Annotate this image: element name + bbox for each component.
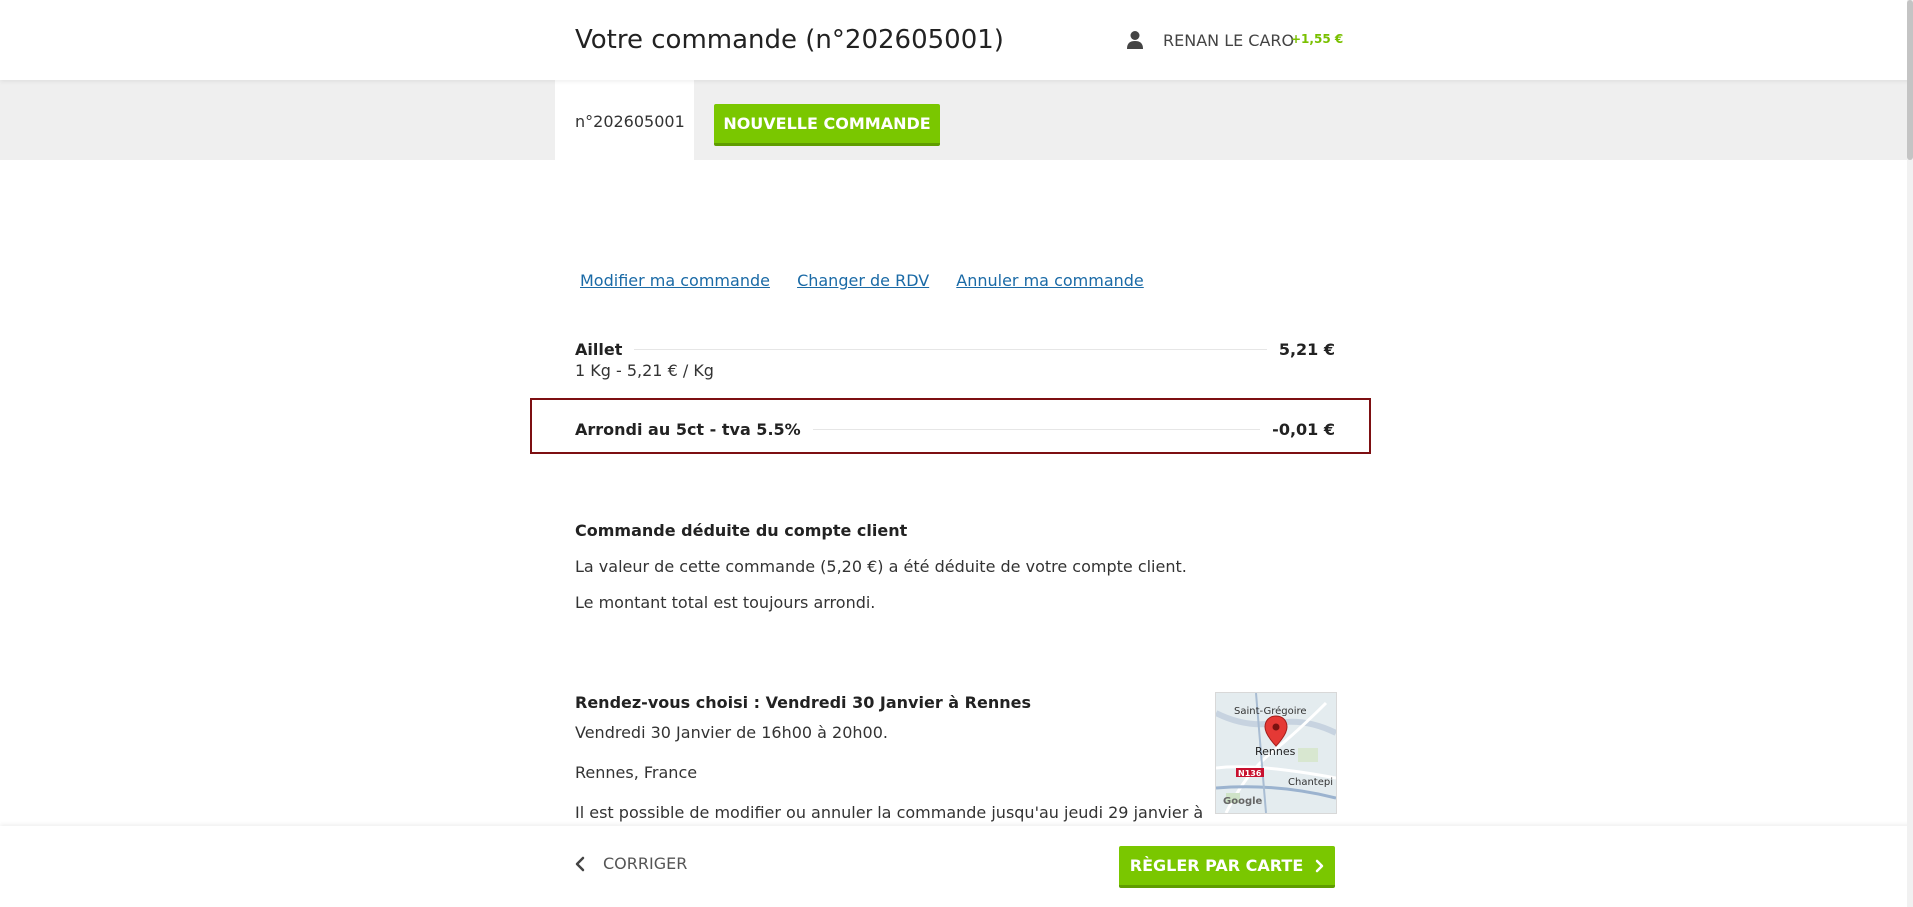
chevron-right-icon: [1316, 859, 1324, 872]
correct-button-label: CORRIGER: [603, 854, 688, 873]
correct-button[interactable]: CORRIGER: [575, 854, 687, 873]
new-order-button[interactable]: NOUVELLE COMMANDE: [714, 104, 940, 146]
map-label-chantepie: Chantepi: [1288, 777, 1333, 788]
modify-order-link[interactable]: Modifier ma commande: [580, 271, 770, 290]
item-dotted-leader: [634, 349, 1267, 350]
tab-current-order[interactable]: n°202605001: [555, 80, 694, 160]
map-road-label: N136: [1238, 769, 1262, 778]
rounding-price: -0,01 €: [1272, 420, 1335, 439]
pay-by-card-label: RÈGLER PAR CARTE: [1129, 856, 1304, 875]
rounding-line-item: Arrondi au 5ct - tva 5.5% -0,01 €: [575, 420, 1335, 439]
rdv-place: Rennes, France: [575, 763, 698, 782]
user-credit-badge: +1,55 €: [1291, 32, 1344, 46]
user-name[interactable]: RENAN LE CARO: [1163, 31, 1294, 50]
rounding-note: Le montant total est toujours arrondi.: [575, 593, 876, 612]
rdv-map[interactable]: Saint-Grégoire Rennes Chantepi N136 Goog…: [1215, 692, 1337, 814]
rounding-dotted-leader: [812, 429, 1261, 430]
rounding-name: Arrondi au 5ct - tva 5.5%: [575, 420, 801, 439]
item-detail: 1 Kg - 5,21 € / Kg: [575, 361, 714, 380]
order-action-links: Modifier ma commande Changer de RDV Annu…: [580, 271, 1166, 290]
chevron-left-icon: [575, 856, 585, 871]
map-brand: Google: [1223, 796, 1263, 807]
order-line-item: Aillet 5,21 €: [575, 340, 1335, 359]
account-section-title: Commande déduite du compte client: [575, 521, 908, 540]
map-pin-icon: [1264, 715, 1288, 747]
rdv-modify-note: Il est possible de modifier ou annuler l…: [575, 803, 1204, 822]
user-icon[interactable]: [1126, 30, 1144, 50]
order-tab-bar: n°202605001 NOUVELLE COMMANDE: [0, 80, 1913, 160]
top-header: Votre commande (n°202605001) RENAN LE CA…: [0, 0, 1913, 80]
change-rdv-link[interactable]: Changer de RDV: [797, 271, 929, 290]
bottom-action-bar: CORRIGER RÈGLER PAR CARTE: [0, 826, 1913, 907]
rdv-section-title: Rendez-vous choisi : Vendredi 30 Janvier…: [575, 693, 1031, 712]
tab-current-order-label: n°202605001: [575, 112, 685, 131]
item-price: 5,21 €: [1278, 340, 1335, 359]
cancel-order-link[interactable]: Annuler ma commande: [956, 271, 1144, 290]
item-name: Aillet: [575, 340, 623, 359]
page-scrollbar[interactable]: [1907, 0, 1913, 907]
rdv-time: Vendredi 30 Janvier de 16h00 à 20h00.: [575, 723, 888, 742]
pay-by-card-button[interactable]: RÈGLER PAR CARTE: [1119, 846, 1335, 888]
scrollbar-thumb[interactable]: [1907, 0, 1913, 160]
page-title: Votre commande (n°202605001): [575, 25, 1004, 55]
account-section-text: La valeur de cette commande (5,20 €) a é…: [575, 557, 1187, 576]
